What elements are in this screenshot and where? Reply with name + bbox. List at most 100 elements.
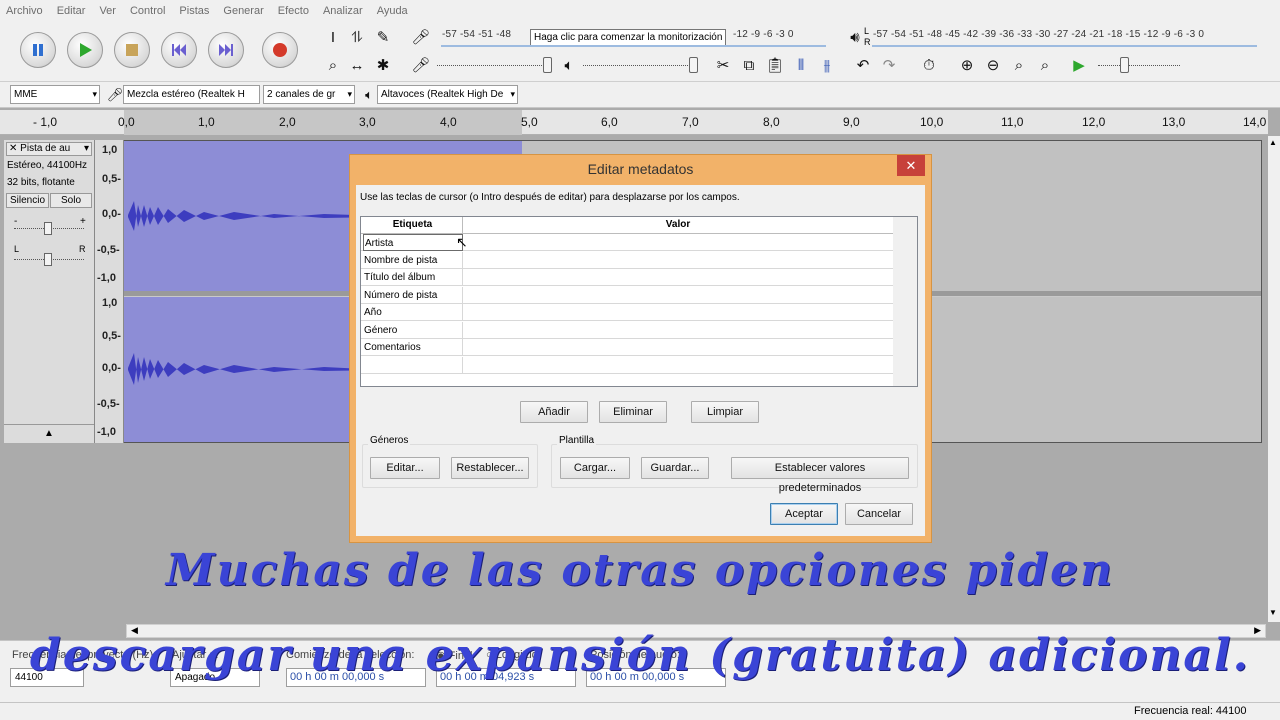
table-row[interactable]: Título del álbum [361, 269, 893, 286]
dialog-title: Editar metadatos [587, 161, 694, 177]
scroll-down-icon[interactable]: ▼ [1269, 608, 1277, 617]
tag-cell[interactable]: Comentarios [363, 339, 463, 356]
tag-cell[interactable]: Género [363, 322, 463, 339]
table-row-empty[interactable] [361, 357, 893, 374]
menu-efecto[interactable]: Efecto [278, 5, 309, 17]
play-speed-slider[interactable] [1098, 65, 1180, 66]
add-button[interactable]: Añadir [520, 401, 588, 423]
table-row[interactable]: Artista [361, 234, 893, 251]
menu-analizar[interactable]: Analizar [323, 5, 363, 17]
audio-host-select[interactable]: MME ▾ [10, 85, 100, 104]
menu-control[interactable]: Control [130, 5, 165, 17]
vruler-label: -1,0 [97, 272, 116, 284]
play-meter-r: R [864, 37, 871, 47]
channels-select[interactable]: 2 canales de gr ▾ [263, 85, 355, 104]
pause-button[interactable] [20, 32, 56, 68]
table-row[interactable]: Año [361, 304, 893, 321]
zoom-out-icon[interactable]: ⊖ [982, 54, 1004, 76]
vruler-label: -1,0 [97, 426, 116, 438]
zoom-in-icon[interactable]: ⊕ [956, 54, 978, 76]
record-volume-thumb[interactable] [543, 57, 552, 73]
ok-button[interactable]: Aceptar [770, 503, 838, 525]
skip-start-button[interactable] [161, 32, 197, 68]
track-name-button[interactable]: ✕ Pista de au ▾ [6, 142, 92, 156]
ruler-label: 9,0 [843, 115, 860, 129]
speaker-icon[interactable]: 🔊︎ [844, 26, 866, 48]
reset-genres-button[interactable]: Restablecer... [451, 457, 529, 479]
paste-icon[interactable]: 📋︎ [764, 54, 786, 76]
play-button[interactable] [67, 32, 103, 68]
vruler-label: -0,5- [97, 244, 120, 256]
stop-icon [126, 44, 138, 56]
ruler-label: 2,0 [279, 115, 296, 129]
table-row[interactable]: Comentarios [361, 339, 893, 356]
dialog-close-button[interactable]: ✕ [897, 155, 925, 176]
set-defaults-button[interactable]: Establecer valores predeterminados [731, 457, 909, 494]
vruler-label: 1,0 [102, 297, 118, 309]
undo-icon[interactable]: ↶ [852, 54, 874, 76]
menu-ayuda[interactable]: Ayuda [377, 5, 408, 17]
playback-volume-thumb[interactable] [689, 57, 698, 73]
table-row[interactable]: Nombre de pista [361, 252, 893, 269]
copy-icon[interactable]: ⧉ [738, 54, 760, 76]
remove-button[interactable]: Eliminar [599, 401, 667, 423]
genres-label: Géneros [368, 435, 411, 446]
recording-device-select[interactable]: Mezcla estéreo (Realtek H [123, 85, 260, 104]
table-row[interactable]: Género [361, 322, 893, 339]
fit-selection-icon[interactable]: ⌕ [1008, 54, 1030, 76]
timeshift-tool-icon[interactable]: ↔ [346, 54, 368, 76]
collapse-track-button[interactable]: ▲ [4, 424, 94, 442]
menu-pistas[interactable]: Pistas [179, 5, 209, 17]
multi-tool-icon[interactable]: ✱ [372, 54, 394, 76]
silence-icon[interactable]: ⫵ [816, 54, 838, 76]
playback-device-select[interactable]: Altavoces (Realtek High De ▾ [377, 85, 518, 104]
chevron-down-icon: ▾ [92, 89, 97, 99]
close-icon: ✕ [905, 158, 917, 173]
tag-cell[interactable]: Número de pista [363, 287, 463, 304]
pan-thumb[interactable] [44, 253, 52, 266]
skip-end-button[interactable] [208, 32, 244, 68]
close-icon[interactable]: ✕ [9, 143, 17, 154]
menu-ver[interactable]: Ver [99, 5, 116, 17]
edit-genres-button[interactable]: Editar... [370, 457, 440, 479]
device-toolbar: MME ▾ 🎤︎ Mezcla estéreo (Realtek H 2 cana… [0, 82, 1280, 108]
gain-thumb[interactable] [44, 222, 52, 235]
tag-cell[interactable]: Título del álbum [363, 269, 463, 286]
cut-icon[interactable]: ✂ [712, 54, 734, 76]
cancel-button[interactable]: Cancelar [845, 503, 913, 525]
clear-button[interactable]: Limpiar [691, 401, 759, 423]
solo-button[interactable]: Solo [50, 193, 92, 208]
play-meter-bar[interactable] [872, 45, 1257, 47]
trim-icon[interactable]: ⫴ [790, 54, 812, 76]
selection-tool-icon[interactable]: I [322, 26, 344, 48]
redo-icon[interactable]: ↷ [878, 54, 900, 76]
zoom-tool-icon[interactable]: ⌕ [322, 54, 344, 76]
envelope-tool-icon[interactable]: ⥮ [346, 26, 368, 48]
playback-volume-slider[interactable] [583, 65, 698, 66]
microphone-icon[interactable]: 🎤︎ [410, 26, 432, 48]
play-speed-thumb[interactable] [1120, 57, 1129, 73]
record-volume-slider[interactable] [437, 65, 552, 66]
stop-button[interactable] [114, 32, 150, 68]
fit-project-icon[interactable]: ⌕ [1034, 54, 1056, 76]
table-row[interactable]: Número de pista [361, 287, 893, 304]
mouse-cursor-icon: ↖ [456, 234, 468, 250]
tag-cell[interactable]: Artista [363, 234, 463, 251]
save-template-button[interactable]: Guardar... [641, 457, 709, 479]
play-at-speed-icon[interactable]: ▶ [1068, 54, 1090, 76]
menu-editar[interactable]: Editar [57, 5, 86, 17]
sync-lock-icon[interactable]: ⏱ [918, 54, 940, 76]
mute-button[interactable]: Silencio [6, 193, 49, 208]
record-meter-bar[interactable] [441, 45, 826, 47]
tag-cell[interactable]: Nombre de pista [363, 252, 463, 269]
record-button[interactable] [262, 32, 298, 68]
load-template-button[interactable]: Cargar... [560, 457, 630, 479]
scroll-up-icon[interactable]: ▲ [1269, 138, 1277, 147]
menu-archivo[interactable]: Archivo [6, 5, 43, 17]
tag-cell[interactable]: Año [363, 304, 463, 321]
ruler-label: 6,0 [601, 115, 618, 129]
tag-cell[interactable] [363, 357, 463, 374]
track-control-panel: ✕ Pista de au ▾ Estéreo, 44100Hz 32 bits… [4, 140, 95, 443]
draw-tool-icon[interactable]: ✎ [372, 26, 394, 48]
menu-generar[interactable]: Generar [223, 5, 263, 17]
